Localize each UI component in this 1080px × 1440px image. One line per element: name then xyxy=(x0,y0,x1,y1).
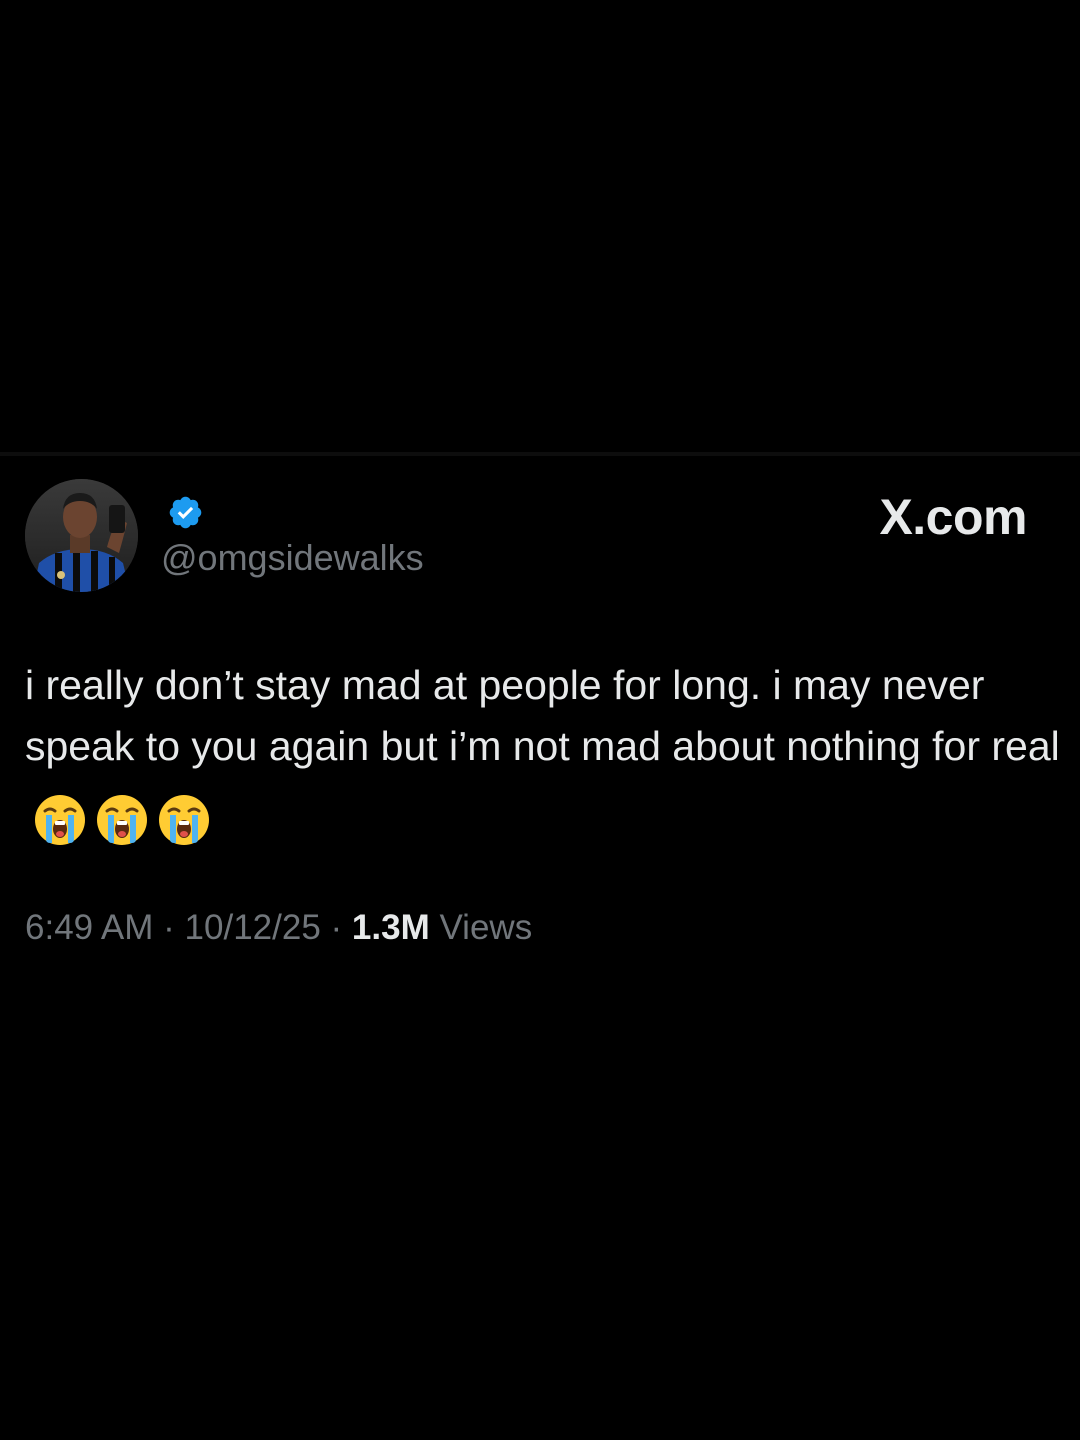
brand-label: X.com xyxy=(879,489,1027,545)
loudly-crying-face-icon xyxy=(33,793,87,847)
tweet-body: i really don’t stay mad at people for lo… xyxy=(25,662,1060,769)
tweet-meta: 6:49 AM · 10/12/25 · 1.3M Views xyxy=(25,906,532,950)
views-count: 1.3M xyxy=(351,908,430,947)
user-handle[interactable]: @omgsidewalks xyxy=(161,536,424,580)
tweet-text: i really don’t stay mad at people for lo… xyxy=(25,655,1065,848)
meta-separator: · xyxy=(330,908,343,947)
loudly-crying-face-icon xyxy=(95,793,149,847)
tweet-time[interactable]: 6:49 AM xyxy=(25,908,153,947)
meta-separator: · xyxy=(163,908,175,947)
emoji-row xyxy=(33,787,219,848)
top-divider xyxy=(0,452,1080,456)
loudly-crying-face-icon xyxy=(157,793,211,847)
avatar[interactable] xyxy=(25,479,138,592)
verified-badge-icon xyxy=(167,494,204,531)
views-label: Views xyxy=(439,908,533,947)
avatar-image xyxy=(25,479,138,592)
tweet-date[interactable]: 10/12/25 xyxy=(185,908,321,947)
